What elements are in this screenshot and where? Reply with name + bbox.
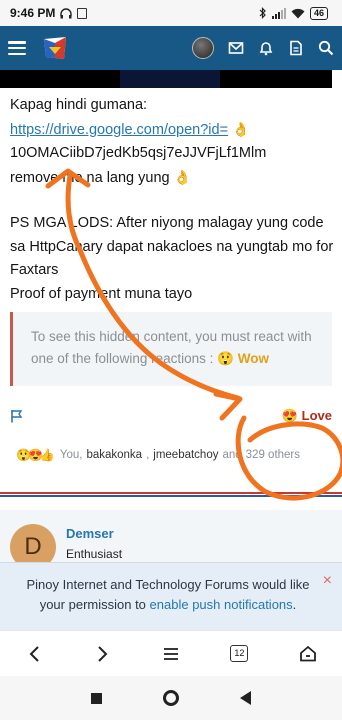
post-line-3: remove mo na lang yung [10, 169, 170, 186]
headphones-icon [60, 7, 73, 18]
mail-icon[interactable] [228, 40, 244, 56]
post-divider [0, 484, 342, 497]
bell-icon[interactable] [258, 40, 274, 56]
hidden-content-text: To see this hidden content, you must rea… [31, 329, 312, 366]
ok-hand-emoji: 👌 [232, 120, 250, 137]
site-logo[interactable] [40, 33, 70, 63]
battery-icon: 46 [309, 6, 328, 20]
home-icon [299, 645, 316, 662]
close-icon[interactable]: × [323, 573, 332, 589]
tabs-button[interactable]: 12 [219, 639, 259, 669]
post-actions: 😍 Love [10, 406, 332, 426]
ok-hand-emoji-2: 👌 [173, 168, 192, 185]
recents-button[interactable] [90, 692, 102, 704]
wifi-icon [291, 8, 305, 18]
avatar[interactable] [192, 37, 214, 59]
hamburger-icon[interactable] [8, 41, 26, 55]
drive-link[interactable]: https://drive.google.com/open?id= [10, 122, 228, 138]
next-post: D Demser Enthusiast [0, 510, 342, 570]
reaction-summary[interactable]: 😲😍👍 You, bakakonka, jmeebatchoy and 329 … [16, 448, 300, 462]
user-title: Enthusiast [66, 547, 123, 561]
enable-push-link[interactable]: enable push notifications [150, 597, 293, 612]
wow-emoji: 😲 [217, 351, 234, 366]
reactor-and: and [222, 449, 242, 461]
home-button[interactable] [288, 639, 328, 669]
signal-icon [271, 7, 286, 19]
back-nav-button[interactable] [240, 691, 252, 705]
status-left: 9:46 PM [10, 6, 88, 20]
status-bar: 9:46 PM 46 [0, 0, 342, 26]
system-nav-bar [0, 676, 342, 720]
chevron-right-icon [97, 645, 107, 662]
reactor-others[interactable]: 329 others [246, 449, 300, 461]
username[interactable]: Demser [66, 526, 114, 541]
app-bar [0, 26, 342, 70]
bluetooth-icon [259, 7, 266, 19]
love-emoji: 😍 [281, 408, 299, 423]
document-icon[interactable] [288, 40, 304, 56]
reactor-name-2[interactable]: jmeebatchoy [153, 449, 218, 461]
push-notice: Pinoy Internet and Technology Forums wou… [0, 562, 342, 630]
back-button[interactable] [14, 639, 54, 669]
ps-note: PS MGA LODS: After niyong malagay yung c… [10, 215, 334, 278]
notification-square-icon [77, 7, 88, 19]
clock: 9:46 PM [10, 6, 56, 20]
reaction-emojis: 😲😍👍 [16, 448, 55, 462]
menu-lines-icon [163, 647, 178, 660]
browser-toolbar: 12 [0, 630, 342, 676]
tab-count: 12 [230, 645, 249, 662]
love-label: Love [301, 408, 332, 423]
love-reaction-button[interactable]: 😍 Love [282, 408, 332, 424]
drive-id-code: 10OMACiibD7jedKb5qsj7eJJVFjLf1Mlm [10, 145, 267, 161]
menu-button[interactable] [151, 639, 191, 669]
home-nav-button[interactable] [162, 690, 179, 706]
proof-note: Proof of payment muna tayo [10, 285, 193, 302]
search-icon[interactable] [318, 40, 334, 56]
forward-button[interactable] [83, 639, 123, 669]
hidden-content-notice: To see this hidden content, you must rea… [10, 312, 332, 386]
chevron-left-icon [29, 645, 39, 662]
status-right: 46 [259, 6, 328, 20]
report-flag-icon[interactable] [10, 409, 24, 423]
post-banner-image [0, 70, 342, 88]
reactor-name-1[interactable]: bakakonka [86, 449, 142, 461]
wow-reaction-label: Wow [237, 351, 269, 366]
push-notice-period: . [292, 597, 297, 612]
reactor-you: You, [59, 449, 83, 461]
post-line-1: Kapag hindi gumana: [10, 97, 148, 113]
post-body: Kapag hindi gumana: https://drive.google… [10, 94, 336, 306]
